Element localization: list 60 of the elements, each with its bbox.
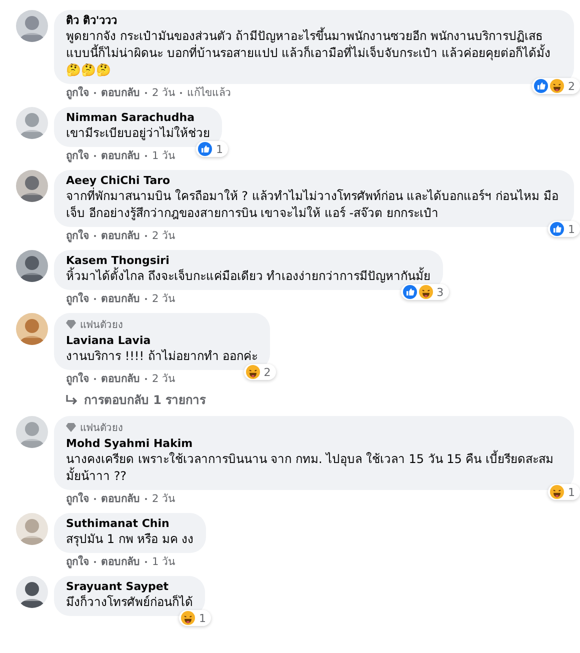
comment-text: นางคงเครียด เพราะใช้เวลาการบินนาน จาก กทม. ไปอุบล ใช้เวลา 15 วัน 15 คืน เบี้ยรียดสะสมมั้ยน้าาา ?? xyxy=(66,451,554,485)
like-icon xyxy=(534,79,548,93)
comment-action-link[interactable]: ตอบกลับ xyxy=(101,555,140,569)
commenter-name[interactable]: Srayuant Saypet xyxy=(66,580,193,594)
comment-meta-text: 1 วัน xyxy=(152,555,176,569)
like-icon xyxy=(550,222,564,236)
comment-meta-text: 2 วัน xyxy=(152,229,176,243)
reaction-count[interactable]: 3 xyxy=(400,284,449,300)
laughing-face-icon xyxy=(550,79,564,93)
comment-action-link[interactable]: ถูกใจ xyxy=(66,229,89,243)
comment-text: มึงก็วางโทรศัพย์ก่อนก็ได้ xyxy=(66,594,193,611)
reaction-count[interactable]: 2 xyxy=(532,78,580,94)
laughing-face-icon xyxy=(550,485,564,499)
comment-action-link[interactable]: ตอบกลับ xyxy=(101,292,140,306)
comment-action-link[interactable]: ตอบกลับ xyxy=(101,372,140,386)
commenter-name[interactable]: Mohd Syahmi Hakim xyxy=(66,437,562,451)
comment-text: เขามีระเบียบอยู่ว่าไม่ให้ช่วย xyxy=(66,125,210,142)
comment-action-link[interactable]: ถูกใจ xyxy=(66,86,89,100)
reply-arrow-icon xyxy=(66,394,78,404)
like-icon xyxy=(402,285,417,299)
view-replies-link[interactable]: การตอบกลับ 1 รายการ xyxy=(54,386,206,409)
like-icon xyxy=(198,142,212,156)
diamond-icon xyxy=(66,320,76,329)
comment-meta-text: 2 วัน xyxy=(152,86,176,100)
fan-badge-label: แฟนตัวยง xyxy=(80,319,123,332)
commenter-name[interactable]: Suthimanat Chin xyxy=(66,517,194,531)
comment-text: จากที่พักมาสนามบิน ใครถือมาให้ ? แล้วทำไมไม่วางโทรศัพท์ก่อน และได้บอกแอร์ฯ ก่อนไหม มือเจ็บ อีกอย่างรู้สึกว่ากฎของสายการบิน เขาจะไม่ให้ แอร์ -สจ๊วต ยกกระเป๋า xyxy=(66,188,560,222)
comment-text: งานบริการ !!!! ถ้าไม่อยากทำ ออกค่ะ xyxy=(66,348,258,365)
laughing-face-icon xyxy=(418,285,433,299)
comment-text: สรุปมัน 1 กพ หรือ มค งง xyxy=(66,531,194,548)
comment-meta-text: 2 วัน xyxy=(152,372,176,386)
commenter-name[interactable]: Kasem Thongsiri xyxy=(66,254,431,268)
laughing-face-icon xyxy=(181,611,195,625)
fan-badge-label: แฟนตัวยง xyxy=(80,422,123,435)
comment-meta-text: 2 วัน xyxy=(152,492,176,506)
commenter-name[interactable]: ติว ติว'ววว xyxy=(66,14,562,28)
diamond-icon xyxy=(66,423,76,432)
comment-meta-text: แก้ไขแล้ว xyxy=(187,86,232,100)
comment-meta-text: 1 วัน xyxy=(152,149,176,163)
comment-action-link[interactable]: ถูกใจ xyxy=(66,492,89,506)
comment-action-link[interactable]: ตอบกลับ xyxy=(101,86,140,100)
reaction-count[interactable]: 2 xyxy=(244,364,276,380)
commenter-name[interactable]: Laviana Lavia xyxy=(66,334,258,348)
laughing-face-icon xyxy=(246,365,260,379)
comment-action-link[interactable]: ถูกใจ xyxy=(66,292,89,306)
reaction-count[interactable]: 1 xyxy=(179,610,211,626)
comment-text: หิ้วมาได้ตั้งไกล ถึงจะเจ็บกะแค่มือเดียว ทำเองง่ายกว่าการมีปัญหากันมั้ย xyxy=(66,268,431,285)
commenter-name[interactable]: Nimman Sarachudha xyxy=(66,111,210,125)
comment-action-link[interactable]: ถูกใจ xyxy=(66,372,89,386)
comment-action-link[interactable]: ถูกใจ xyxy=(66,149,89,163)
comment-action-link[interactable]: ตอบกลับ xyxy=(101,149,140,163)
reaction-count[interactable]: 1 xyxy=(196,141,228,157)
reaction-count[interactable]: 1 xyxy=(548,484,580,500)
commenter-name[interactable]: Aeey ChiChi Taro xyxy=(66,174,562,188)
reaction-count[interactable]: 1 xyxy=(548,221,580,237)
comment-action-link[interactable]: ตอบกลับ xyxy=(101,492,140,506)
comment-meta-text: 2 วัน xyxy=(152,292,176,306)
comment-text: พูดยากจัง กระเป๋ามันของส่วนตัว ถ้ามีปัญหาอะไรขึ้นมาพนักงานซวยอีก พนักงานบริการปฏิเสธแบบนี้ก็ไม่น่าผิดนะ บอกที่บ้านรอสายแปป แล้วก็เอามือที่ไม่เจ็บจับกระเป๋า แล้วค่อยคุยต่อก็ได้มั้ง🤔🤔🤔 xyxy=(66,28,552,79)
comment-action-link[interactable]: ถูกใจ xyxy=(66,555,89,569)
comment-action-link[interactable]: ตอบกลับ xyxy=(101,229,140,243)
